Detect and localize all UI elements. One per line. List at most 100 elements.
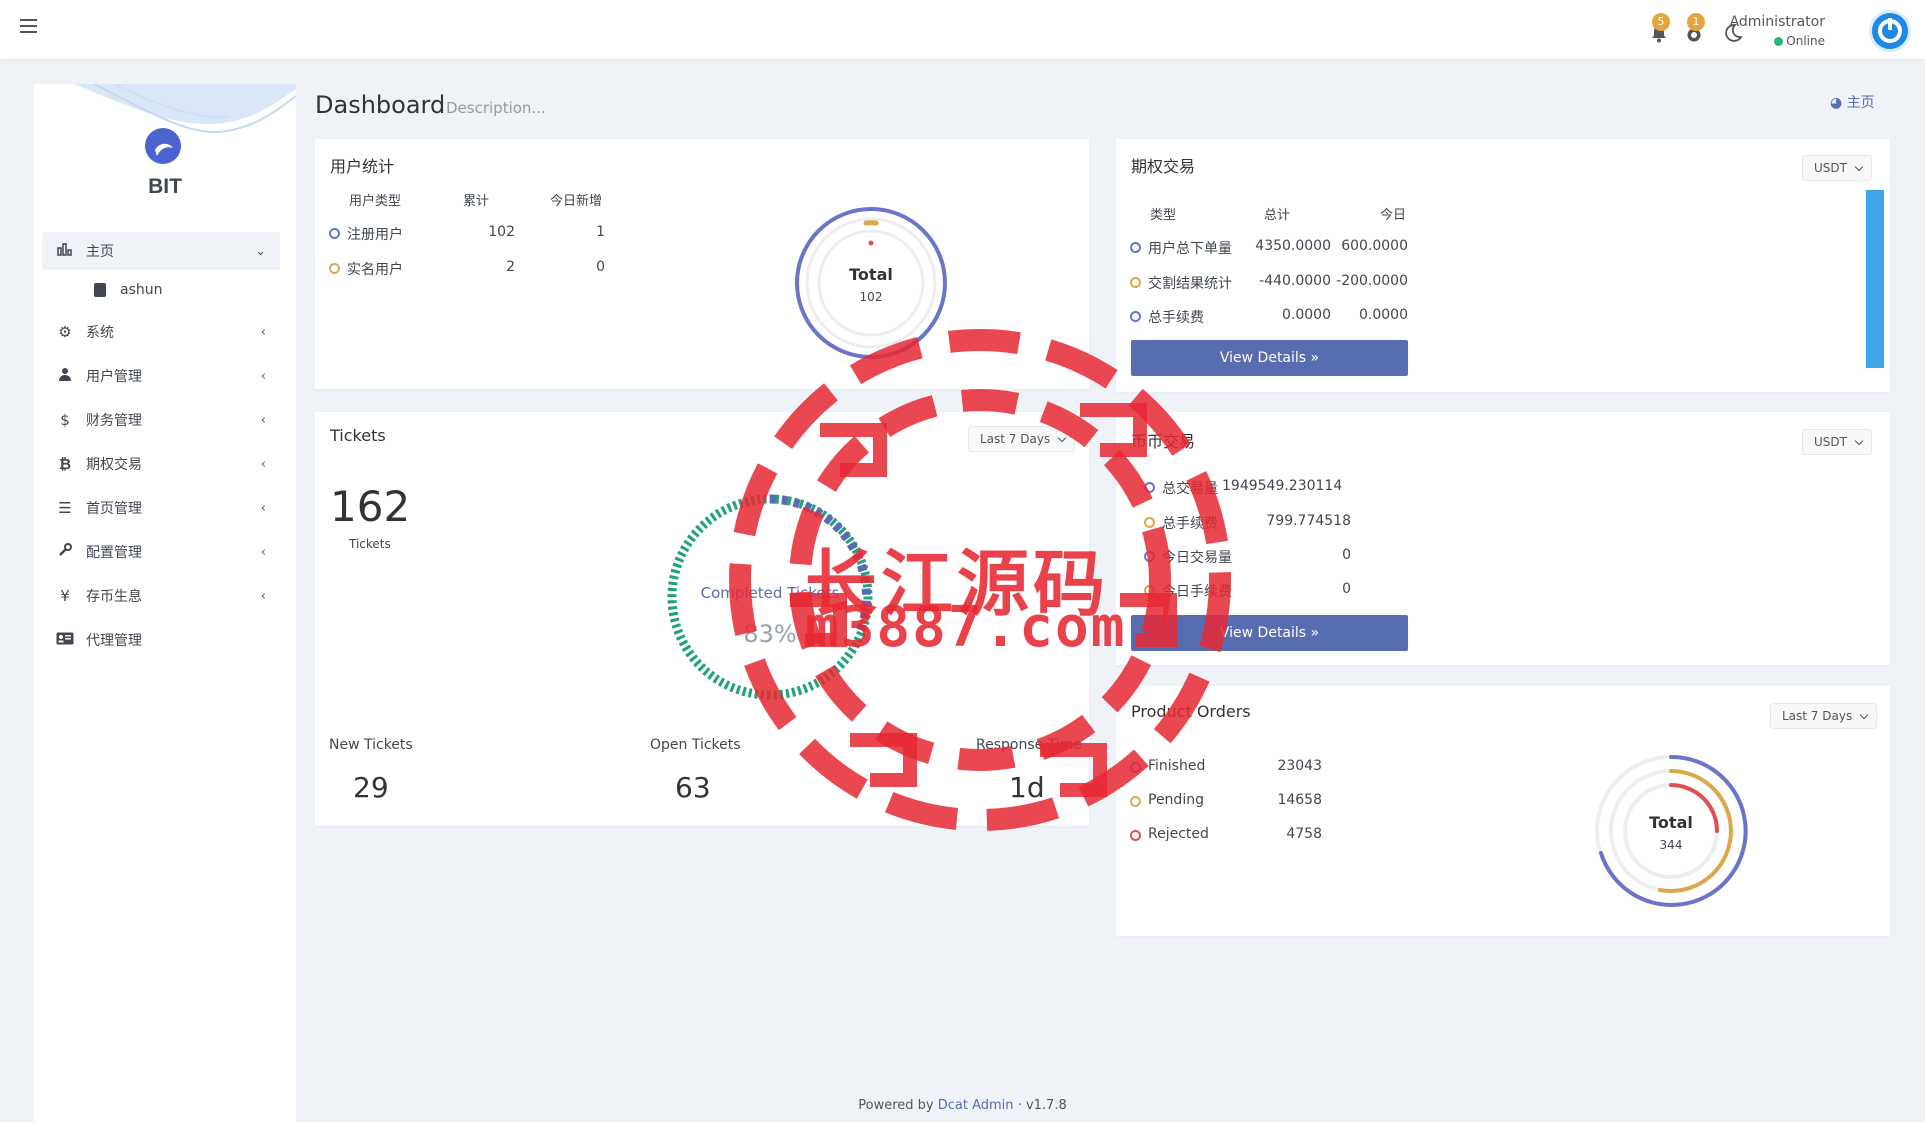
messages-icon[interactable]: 1 xyxy=(1683,13,1705,42)
sidebar-item-home[interactable]: 主页 ⌄ xyxy=(42,232,280,270)
sidebar-item-label: 系统 xyxy=(86,325,114,341)
wrench-icon xyxy=(56,543,74,561)
order-status-value: 14658 xyxy=(1277,792,1322,808)
stat-row-label: 今日交易量 xyxy=(1162,550,1232,566)
tickets-count: 162 xyxy=(330,482,411,531)
table-cell: 总手续费 xyxy=(1148,310,1204,326)
card-title: 用户统计 xyxy=(330,157,395,176)
menu-toggle-icon[interactable] xyxy=(20,19,37,33)
legend-dot-icon xyxy=(1130,242,1141,253)
user-name[interactable]: Administrator xyxy=(1730,14,1825,30)
breadcrumb[interactable]: ◕ 主页 xyxy=(1830,92,1875,112)
column-header: 用户类型 xyxy=(349,194,402,209)
sidebar-item-finance[interactable]: $ 财务管理 ‹ xyxy=(42,401,280,439)
sidebar-item-users[interactable]: 用户管理 ‹ xyxy=(42,357,280,395)
dashboard-icon: ◕ xyxy=(1830,95,1843,111)
list-icon: ☰ xyxy=(58,499,72,517)
sidebar-item-deposit[interactable]: ¥ 存币生息 ‹ xyxy=(42,577,280,615)
legend-dot-icon xyxy=(1144,551,1155,562)
footer-version: v1.7.8 xyxy=(1025,1098,1067,1113)
chevron-left-icon: ‹ xyxy=(260,588,266,604)
sidebar-item-label: ashun xyxy=(120,282,163,298)
legend-dot-icon xyxy=(1130,796,1141,807)
file-icon xyxy=(94,283,106,297)
sidebar-item-label: 配置管理 xyxy=(86,545,142,561)
table-cell: 2 xyxy=(506,259,515,275)
options-view-details-button[interactable]: View Details » xyxy=(1131,340,1408,376)
sidebar-item-label: 首页管理 xyxy=(86,501,142,517)
legend-dot-icon xyxy=(329,228,340,239)
sidebar-item-label: 主页 xyxy=(86,244,114,260)
legend-dot-icon xyxy=(1144,585,1155,596)
product-orders-card: Product Orders Last 7 Days Finished 2304… xyxy=(1116,686,1890,936)
sidebar-item-system[interactable]: ⚙ 系统 ‹ xyxy=(42,313,280,351)
table-cell: 实名用户 xyxy=(347,262,403,278)
donut-label: Total xyxy=(1649,813,1693,832)
footer-text: Powered by xyxy=(858,1098,934,1113)
column-header: 今日新增 xyxy=(550,194,603,209)
dollar-icon: $ xyxy=(60,411,70,429)
sidebar-item-config[interactable]: 配置管理 ‹ xyxy=(42,533,280,571)
stat-value: 1d xyxy=(1009,771,1045,804)
legend-dot-icon xyxy=(1144,482,1155,493)
avatar[interactable] xyxy=(1869,10,1911,52)
legend-dot-icon xyxy=(1130,311,1141,322)
sidebar-item-agent[interactable]: 代理管理 xyxy=(42,621,280,659)
date-range-select[interactable]: Last 7 Days xyxy=(968,426,1076,452)
yen-icon: ¥ xyxy=(60,587,70,605)
gauge-label: Completed Tickets xyxy=(700,584,840,602)
currency-select[interactable]: USDT xyxy=(1802,429,1872,455)
stat-value: 29 xyxy=(353,771,389,804)
table-cell: 0 xyxy=(596,259,605,275)
stat-value: 63 xyxy=(675,771,711,804)
user-status: Online xyxy=(1774,34,1825,48)
bar-chart-icon xyxy=(56,242,74,260)
table-cell: 1 xyxy=(596,224,605,240)
date-range-select[interactable]: Last 7 Days xyxy=(1770,703,1878,729)
donut-label: Total xyxy=(849,265,893,284)
sidebar-subitem-ashun[interactable]: ashun xyxy=(94,282,163,298)
card-title: Product Orders xyxy=(1131,702,1251,721)
sidebar-item-homepage[interactable]: ☰ 首页管理 ‹ xyxy=(42,489,280,527)
chevron-left-icon: ‹ xyxy=(260,412,266,428)
column-header: 今日 xyxy=(1380,208,1407,223)
page-description: Description... xyxy=(446,99,546,117)
chevron-left-icon: ‹ xyxy=(260,544,266,560)
chevron-left-icon: ‹ xyxy=(260,456,266,472)
stat-row-label: 总交易量 xyxy=(1162,481,1218,497)
order-status-value: 4758 xyxy=(1286,826,1322,842)
chevron-down-icon: ⌄ xyxy=(255,243,266,259)
notifications-bell-icon[interactable]: 5 xyxy=(1648,13,1670,43)
stat-row-label: 今日手续费 xyxy=(1162,584,1232,600)
coin-view-details-button[interactable]: View Details » xyxy=(1131,615,1408,651)
table-cell: 用户总下单量 xyxy=(1148,241,1232,257)
legend-dot-icon xyxy=(1130,762,1141,773)
chevron-left-icon: ‹ xyxy=(260,500,266,516)
card-title: 期权交易 xyxy=(1131,157,1196,176)
id-card-icon xyxy=(56,631,74,649)
gauge-value: 83% xyxy=(743,620,797,648)
stat-row-value: 0 xyxy=(1342,547,1351,563)
gear-icon: ⚙ xyxy=(58,323,72,341)
stat-row-label: 总手续费 xyxy=(1162,516,1218,532)
table-cell: 102 xyxy=(488,224,515,240)
table-cell: 0.0000 xyxy=(1359,307,1408,323)
donut-value: 102 xyxy=(859,290,883,304)
sidebar-item-label: 代理管理 xyxy=(86,633,142,649)
top-navbar: 5 1 Administrator Online xyxy=(0,0,1925,59)
table-cell: 注册用户 xyxy=(347,227,403,243)
sidebar-item-options[interactable]: ₿ 期权交易 ‹ xyxy=(42,445,280,483)
scrollbar[interactable] xyxy=(1866,190,1884,368)
chevron-left-icon: ‹ xyxy=(260,368,266,384)
legend-dot-icon xyxy=(1144,517,1155,528)
sidebar: BIT 主页 ⌄ ashun ⚙ 系统 ‹ 用户管理 ‹ $ 财务管理 ‹ ₿ … xyxy=(34,84,296,1122)
messages-badge: 1 xyxy=(1687,13,1705,31)
bitcoin-icon: ₿ xyxy=(58,455,72,473)
sidebar-item-label: 存币生息 xyxy=(86,589,142,605)
brand-logo-icon xyxy=(145,128,181,164)
currency-select[interactable]: USDT xyxy=(1802,155,1872,181)
footer: Powered by Dcat Admin · v1.7.8 xyxy=(858,1098,1067,1113)
stat-label: New Tickets xyxy=(329,737,413,753)
footer-link[interactable]: Dcat Admin xyxy=(938,1098,1014,1113)
page-title: Dashboard xyxy=(315,91,446,119)
